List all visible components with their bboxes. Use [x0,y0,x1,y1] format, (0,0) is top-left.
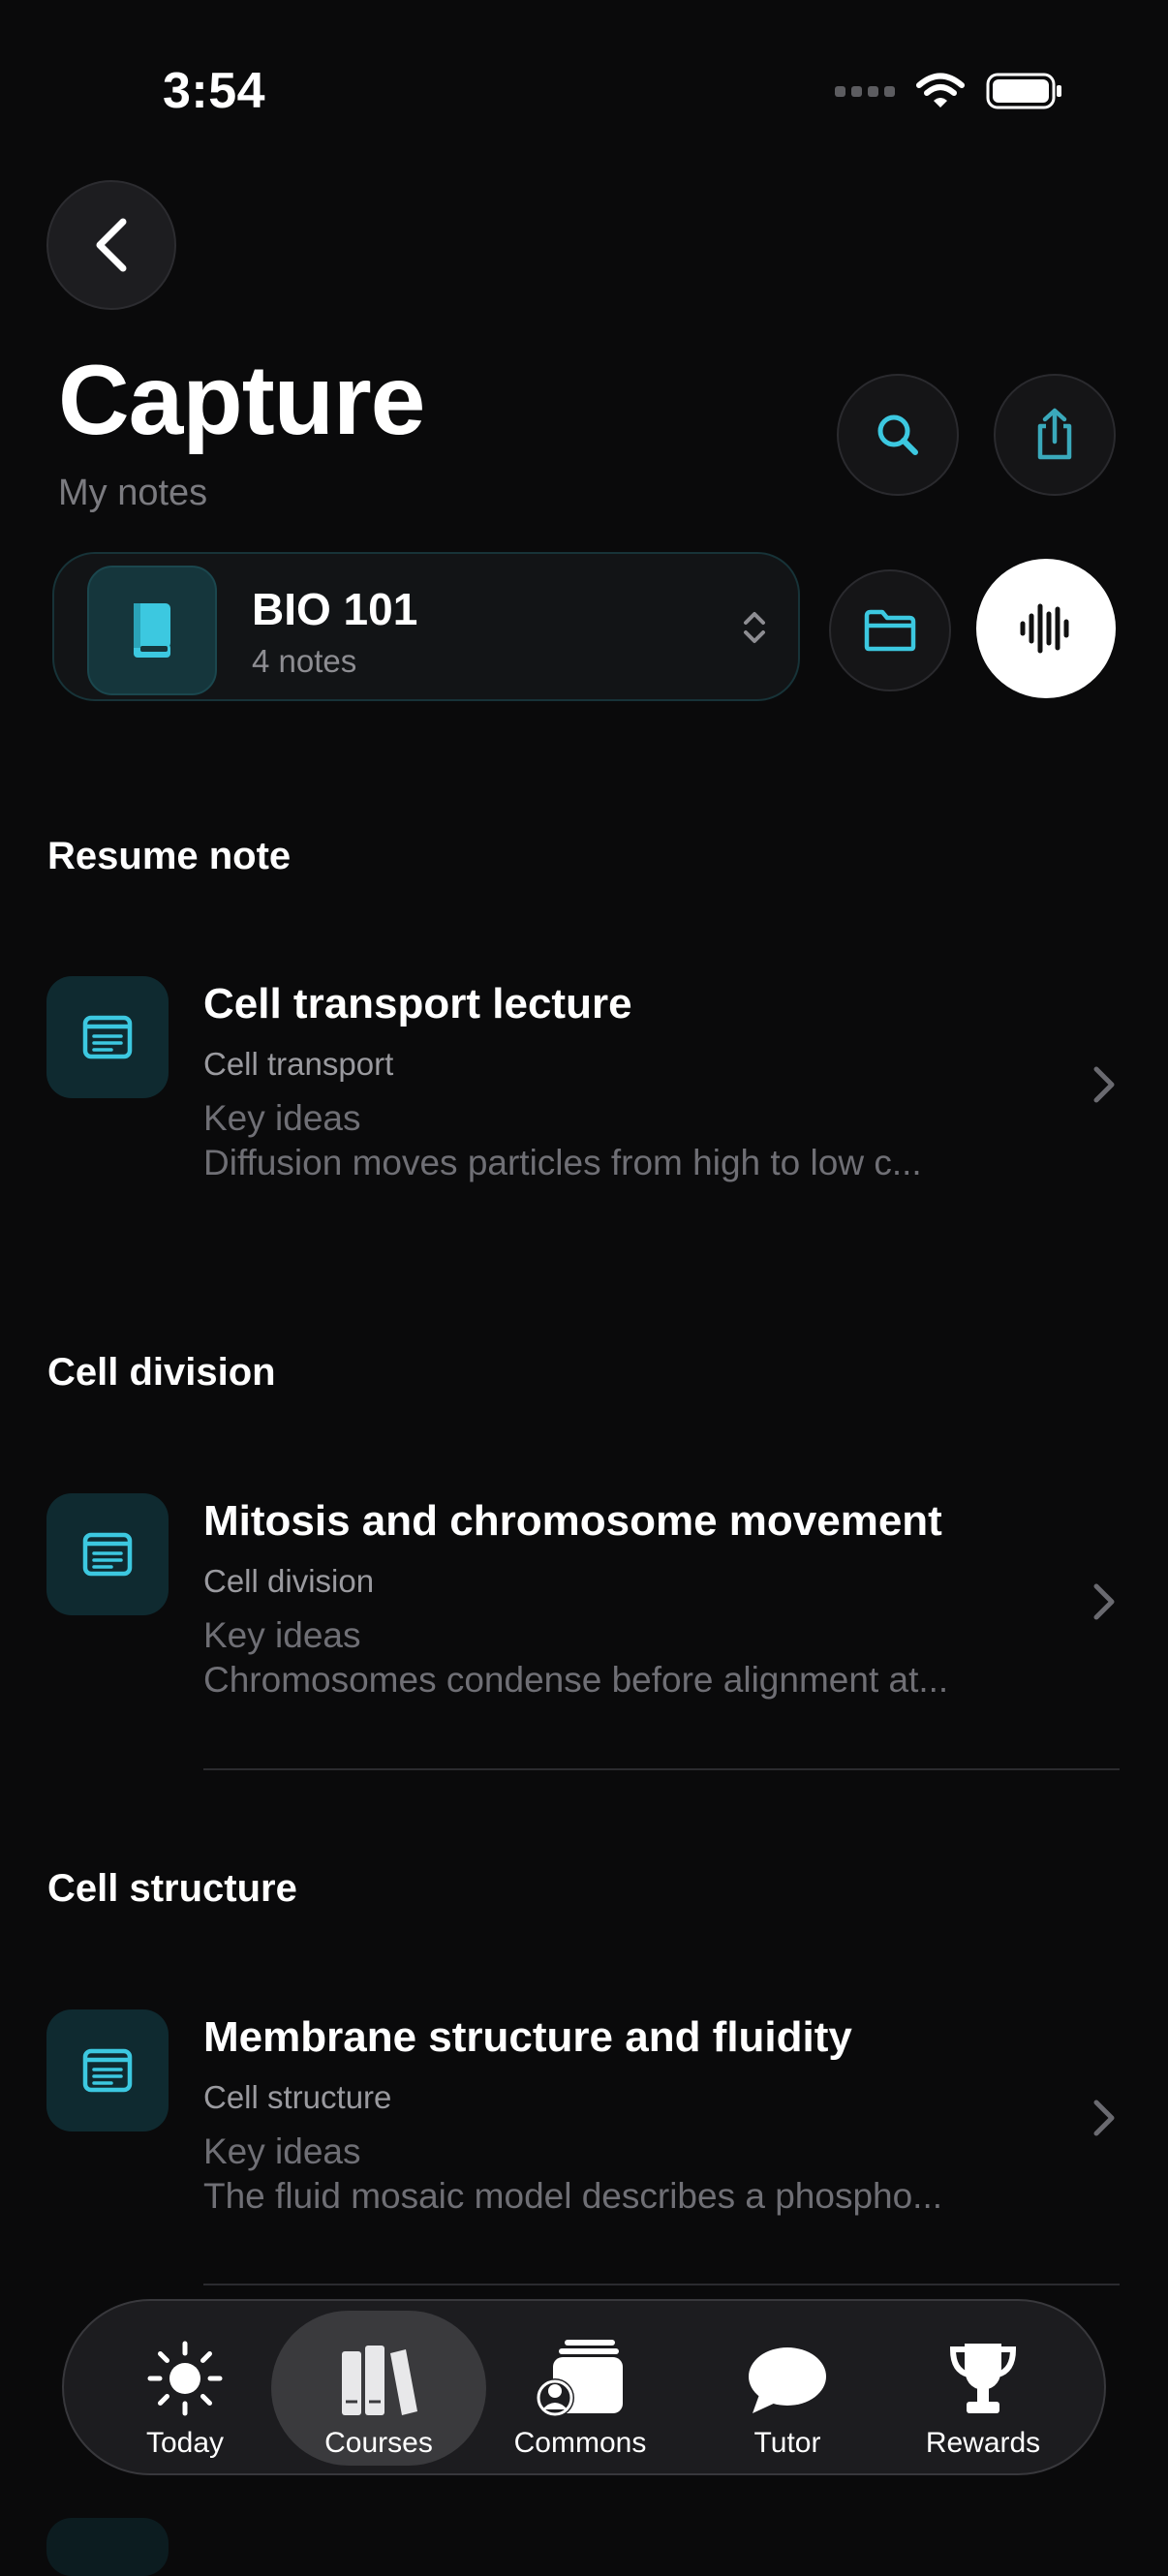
tab-tutor[interactable]: Tutor [695,2301,879,2473]
row-divider [203,1768,1120,1770]
note-icon-tile [46,2009,169,2131]
course-icon-tile [87,566,217,695]
search-icon [877,414,918,455]
books-icon [342,2346,417,2415]
note-key-ideas-label: Key ideas [203,1615,361,1655]
tab-label: Rewards [925,2427,1041,2459]
search-button[interactable] [837,374,959,496]
note-excerpt: Diffusion moves particles from high to l… [203,1143,922,1182]
tab-label: Today [145,2427,225,2459]
note-row[interactable]: Cell transport lecture Cell transport Ke… [0,976,1168,1257]
note-topic: Cell structure [203,2079,392,2115]
note-topic: Cell transport [203,1046,394,1082]
note-key-ideas-label: Key ideas [203,2131,361,2171]
tab-label: Commons [513,2427,647,2459]
note-title: Cell transport lecture [203,980,632,1027]
note-excerpt: The fluid mosaic model describes a phosp… [203,2176,943,2216]
share-button[interactable] [994,374,1116,496]
note-topic: Cell division [203,1563,375,1599]
chat-bubble-icon [749,2347,826,2413]
page-subtitle: My notes [58,473,208,513]
chevron-right-icon [1093,2100,1115,2136]
status-icons [835,72,1063,110]
share-icon [1037,408,1072,460]
folder-button[interactable] [829,569,951,691]
tab-bar: Today Courses Commons Tutor Rewards [62,2299,1106,2475]
note-title: Membrane structure and fluidity [203,2013,852,2061]
note-document-icon [82,2048,133,2093]
cellular-signal-icon [835,85,895,97]
back-button[interactable] [46,180,176,310]
chevron-right-icon [1093,1066,1115,1103]
waveform-icon [1020,603,1069,654]
chevron-right-icon [1093,1583,1115,1620]
status-time: 3:54 [163,63,266,119]
commons-icon [536,2340,623,2417]
section-heading-resume-note: Resume note [47,835,292,877]
tab-rewards[interactable]: Rewards [891,2301,1075,2473]
page-title: Capture [58,345,425,455]
tab-label: Tutor [753,2427,821,2459]
tab-courses[interactable]: Courses [287,2301,471,2473]
note-icon-tile-obscured [46,2518,169,2576]
note-icon-tile [46,1493,169,1615]
note-title: Mitosis and chromosome movement [203,1497,942,1545]
record-audio-button[interactable] [976,559,1116,698]
note-row[interactable]: Membrane structure and fluidity Cell str… [0,2009,1168,2290]
trophy-icon [949,2344,1017,2413]
chevron-left-icon [96,218,127,272]
course-note-count: 4 notes [252,643,357,679]
tab-label: Courses [324,2427,433,2459]
sun-icon [147,2341,223,2416]
note-document-icon [82,1532,133,1577]
section-heading-cell-division: Cell division [47,1351,276,1394]
chevron-up-down-icon [744,612,765,643]
battery-icon [986,73,1061,109]
course-name: BIO 101 [252,584,418,634]
note-row[interactable]: Mitosis and chromosome movement Cell div… [0,1493,1168,1774]
note-excerpt: Chromosomes condense before alignment at… [203,1660,949,1700]
note-icon-tile [46,976,169,1098]
book-icon [134,603,170,658]
wifi-icon [916,73,965,107]
course-selector[interactable]: BIO 101 4 notes [52,552,800,701]
folder-icon [864,609,916,652]
row-divider [203,2284,1120,2285]
tab-today[interactable]: Today [93,2301,277,2473]
section-heading-cell-structure: Cell structure [47,1867,297,1910]
tab-commons[interactable]: Commons [488,2301,672,2473]
note-document-icon [82,1015,133,1059]
note-key-ideas-label: Key ideas [203,1098,361,1138]
